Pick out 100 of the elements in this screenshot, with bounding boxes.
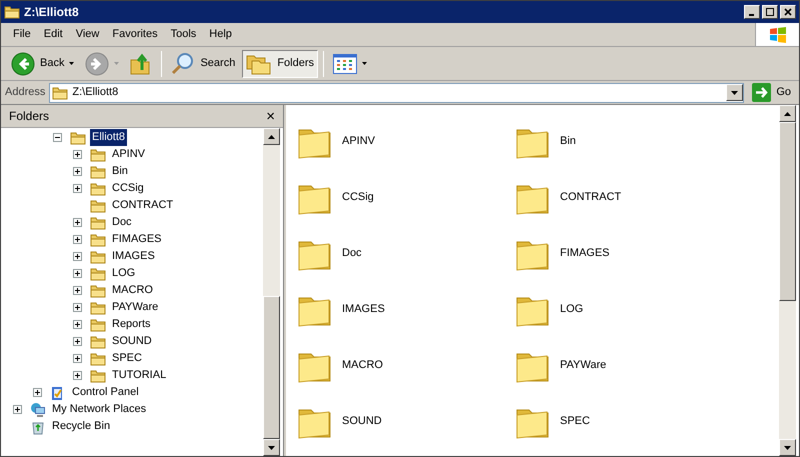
menu-item[interactable]: Help bbox=[203, 26, 238, 43]
folder-icon bbox=[90, 164, 106, 178]
go-button[interactable]: Go bbox=[748, 83, 795, 102]
folder-name[interactable]: IMAGES bbox=[342, 300, 385, 318]
expand-toggle[interactable] bbox=[73, 320, 82, 329]
menu-item[interactable]: Favorites bbox=[106, 26, 164, 43]
pane-title: Folders bbox=[9, 108, 50, 125]
dropdown-button[interactable] bbox=[726, 84, 744, 101]
folder-name[interactable]: Bin bbox=[560, 132, 576, 150]
icon-grid-icon bbox=[333, 54, 358, 74]
scroll-down-button[interactable] bbox=[779, 439, 796, 456]
menu-item[interactable]: View bbox=[70, 26, 106, 43]
scrollbar[interactable] bbox=[263, 128, 280, 456]
folder-name[interactable]: CCSig bbox=[342, 188, 374, 206]
folder-name[interactable]: CONTRACT bbox=[560, 188, 622, 206]
caret-icon bbox=[69, 62, 74, 65]
search-button[interactable]: Search bbox=[167, 50, 240, 78]
expand-toggle[interactable] bbox=[73, 167, 82, 176]
maximize-button[interactable] bbox=[762, 5, 778, 19]
tree-item[interactable]: APINV bbox=[110, 146, 148, 163]
tree-item[interactable]: MACRO bbox=[110, 282, 155, 299]
close-button[interactable]: × bbox=[266, 108, 275, 124]
folders-icon bbox=[246, 52, 272, 74]
tree-item[interactable]: My Network Places bbox=[50, 401, 148, 418]
folder-icon bbox=[90, 266, 106, 280]
scroll-down-button[interactable] bbox=[263, 439, 280, 456]
tree-item[interactable]: TUTORIAL bbox=[110, 367, 168, 384]
folder-name[interactable]: APINV bbox=[342, 132, 376, 150]
down-triangle-icon bbox=[268, 446, 275, 450]
menu-item[interactable]: File bbox=[7, 26, 37, 43]
expand-toggle[interactable] bbox=[73, 337, 82, 346]
folder-icon bbox=[90, 318, 106, 332]
expand-toggle[interactable] bbox=[73, 150, 82, 159]
folder-icon bbox=[90, 198, 106, 212]
network-computer-icon bbox=[30, 402, 46, 418]
expand-toggle[interactable] bbox=[73, 252, 82, 261]
tree-item[interactable]: SPEC bbox=[110, 350, 144, 367]
folder-up-arrow-icon bbox=[130, 52, 152, 76]
tree-item[interactable]: Recycle Bin bbox=[50, 418, 112, 435]
folder-name[interactable]: SPEC bbox=[560, 412, 590, 430]
folder-icon bbox=[90, 284, 106, 298]
expand-toggle[interactable] bbox=[73, 354, 82, 363]
folder-icon bbox=[90, 148, 106, 162]
scrollbar-thumb[interactable] bbox=[263, 296, 280, 439]
folders-button[interactable]: Folders bbox=[242, 50, 318, 78]
menu-item[interactable]: Tools bbox=[164, 26, 202, 43]
maximize-icon bbox=[766, 8, 774, 16]
tree-item[interactable]: LOG bbox=[110, 265, 138, 282]
minimize-button[interactable] bbox=[744, 5, 760, 19]
scroll-up-button[interactable] bbox=[263, 128, 280, 145]
folder-icon bbox=[90, 250, 106, 264]
tree-item[interactable]: Doc bbox=[110, 214, 134, 231]
window-title: Z:\Elliott8 bbox=[24, 4, 79, 21]
caret-icon bbox=[362, 62, 368, 65]
back-button[interactable]: Back bbox=[7, 50, 78, 78]
expand-toggle[interactable] bbox=[13, 405, 22, 414]
tree-item[interactable]: Reports bbox=[110, 316, 153, 333]
expand-toggle[interactable] bbox=[73, 269, 82, 278]
folder-name[interactable]: Doc bbox=[342, 244, 362, 262]
tree-item[interactable]: Bin bbox=[110, 163, 130, 180]
scrollbar[interactable] bbox=[779, 105, 796, 456]
tree-item[interactable]: IMAGES bbox=[110, 248, 157, 265]
folder-name[interactable]: FIMAGES bbox=[560, 244, 610, 262]
folder-icon bbox=[90, 232, 106, 246]
address-field[interactable]: Z:\Elliott8 bbox=[49, 82, 744, 102]
scroll-up-button[interactable] bbox=[779, 105, 796, 122]
tree-item[interactable]: CONTRACT bbox=[110, 197, 176, 214]
folder-icon bbox=[90, 182, 106, 196]
tree-item[interactable]: SOUND bbox=[110, 333, 154, 350]
open-folder-icon bbox=[4, 5, 20, 19]
tree-item[interactable]: PAYWare bbox=[110, 299, 160, 316]
scrollbar-thumb[interactable] bbox=[779, 122, 796, 302]
expand-toggle[interactable] bbox=[73, 371, 82, 380]
folder-icon bbox=[90, 216, 106, 230]
folder-name[interactable]: MACRO bbox=[342, 356, 383, 374]
menu-item[interactable]: Edit bbox=[38, 26, 69, 43]
folder-name[interactable]: SOUND bbox=[342, 412, 382, 430]
folder-icon bbox=[90, 352, 106, 366]
tree-item[interactable]: Elliott8 bbox=[90, 129, 128, 146]
address-label: Address bbox=[5, 85, 46, 100]
folder-name[interactable]: LOG bbox=[560, 300, 584, 318]
close-button[interactable] bbox=[780, 5, 796, 19]
expand-toggle[interactable] bbox=[73, 303, 82, 312]
expand-toggle[interactable] bbox=[73, 184, 82, 193]
close-icon bbox=[784, 8, 792, 16]
tree-item[interactable]: Control Panel bbox=[70, 384, 141, 401]
folder-name[interactable]: PAYWare bbox=[560, 356, 606, 374]
expand-toggle[interactable] bbox=[73, 235, 82, 244]
tree-item[interactable]: FIMAGES bbox=[110, 231, 164, 248]
open-folder-icon bbox=[70, 130, 86, 144]
folder-icon bbox=[90, 368, 106, 382]
search-icon bbox=[171, 52, 196, 76]
expand-toggle[interactable] bbox=[33, 388, 42, 397]
down-triangle-icon bbox=[731, 90, 738, 94]
expand-toggle[interactable] bbox=[73, 218, 82, 227]
expand-toggle[interactable] bbox=[73, 286, 82, 295]
caret-icon bbox=[114, 62, 120, 65]
tree-item[interactable]: CCSig bbox=[110, 180, 146, 197]
collapse-toggle[interactable] bbox=[53, 133, 62, 142]
folder-icon bbox=[52, 86, 68, 100]
